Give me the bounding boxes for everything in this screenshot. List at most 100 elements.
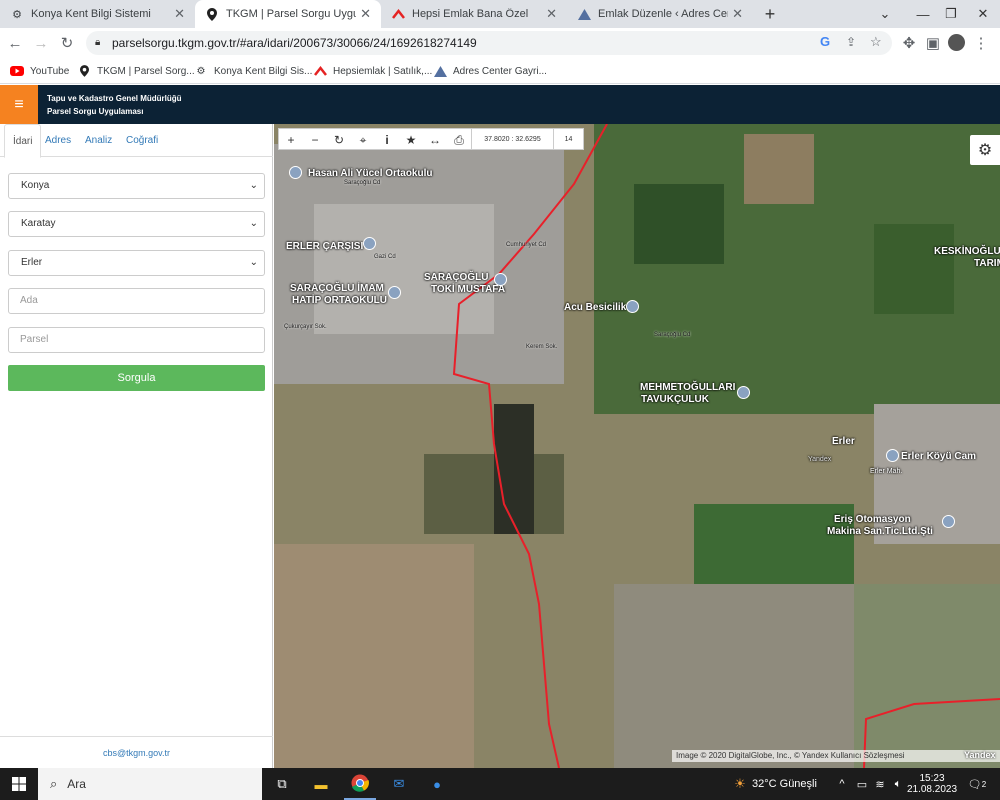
ada-input[interactable]: Ada	[8, 288, 265, 314]
print-icon[interactable]: ⎙	[447, 129, 471, 151]
close-icon[interactable]: ✕	[174, 6, 185, 22]
poi-icon[interactable]	[363, 237, 376, 250]
bookmark-konya[interactable]: ⚙ Konya Kent Bilgi Sis...	[194, 58, 313, 84]
bookmark-adrescenter[interactable]: Adres Center Gayri...	[433, 58, 547, 84]
location-pin-icon	[205, 7, 219, 21]
lock-icon: 🔒︎	[95, 37, 101, 48]
forward-arrow-icon[interactable]: →	[30, 32, 52, 54]
close-icon[interactable]: ✕	[732, 6, 743, 22]
avatar[interactable]	[948, 34, 965, 51]
gear-icon[interactable]: ⚙	[970, 135, 1000, 165]
tab-idari[interactable]: İdari	[4, 124, 42, 158]
app-title: Tapu ve Kadastro Genel Müdürlüğü Parsel …	[47, 94, 182, 116]
map-label: TARIM	[974, 258, 1000, 269]
browser-tab[interactable]: Hepsi Emlak Bana Özel ✕	[381, 0, 567, 28]
poi-icon[interactable]	[289, 166, 302, 179]
hamburger-menu-icon[interactable]: ≡	[0, 85, 38, 124]
triangle-logo-icon	[577, 7, 591, 21]
map-toolbar: + − ↻ ⌖ i ★ ↔ ⎙ 37.8020 : 32.6295 14	[278, 128, 584, 150]
poi-icon[interactable]	[494, 273, 507, 286]
refresh-icon[interactable]: ↻	[327, 129, 351, 151]
bookmark-hepsiemlak[interactable]: Hepsiemlak | Satılık,...	[313, 58, 432, 84]
location-pin-icon	[77, 65, 91, 77]
map-label: HATİP ORTAOKULU	[292, 295, 387, 306]
tab-cografi[interactable]: Coğrafi	[118, 124, 166, 157]
wifi-icon[interactable]: ≋	[872, 768, 888, 800]
favorite-star-icon[interactable]: ★	[399, 129, 423, 151]
globe-icon[interactable]: ●	[422, 768, 452, 800]
windows-start-icon[interactable]	[4, 768, 34, 800]
tab-adres[interactable]: Adres	[37, 124, 79, 157]
close-window-button[interactable]: ✕	[964, 0, 1000, 28]
globe-icon: ⚙	[12, 8, 22, 21]
poi-icon[interactable]	[626, 300, 639, 313]
search-icon: ⌕	[50, 776, 58, 791]
il-select[interactable]: Konya ⌄	[8, 173, 265, 199]
task-view-icon[interactable]: ⧉	[268, 768, 296, 800]
bookmark-youtube[interactable]: YouTube	[10, 58, 69, 84]
network-icon[interactable]: ▭	[854, 768, 870, 800]
sorgula-button[interactable]: Sorgula	[8, 365, 265, 391]
address-bar[interactable]: 🔒︎ parselsorgu.tkgm.gov.tr/#ara/idari/20…	[86, 31, 892, 55]
chrome-icon[interactable]	[344, 768, 376, 800]
clock[interactable]: 15:23 21.08.2023	[907, 768, 957, 800]
sidepanel-icon[interactable]: ▣	[922, 32, 944, 54]
map-label: MEHMETOĞULLARI	[640, 382, 736, 393]
browser-tab-active[interactable]: TKGM | Parsel Sorgu Uygulaması ✕	[195, 0, 381, 28]
map-view[interactable]: + − ↻ ⌖ i ★ ↔ ⎙ 37.8020 : 32.6295 14 ⚙ H…	[274, 124, 1000, 768]
zoom-in-icon[interactable]: +	[279, 129, 303, 151]
volume-icon[interactable]: 🔈︎	[890, 768, 906, 800]
poi-icon[interactable]	[737, 386, 750, 399]
tab-analiz[interactable]: Analiz	[77, 124, 120, 157]
road-label: Gazi Cd	[374, 254, 396, 260]
coordinate-readout: 37.8020 : 32.6295	[471, 129, 553, 149]
triangle-logo-icon	[433, 65, 447, 77]
map-label: TOKİ MUSTAFA	[431, 284, 506, 295]
youtube-icon	[10, 65, 24, 77]
globe-icon: ⚙	[196, 65, 206, 77]
star-icon[interactable]: ☆	[870, 34, 882, 50]
sidebar-tabs: İdari Adres Analiz Coğrafi	[0, 124, 273, 158]
bookmarks-bar: YouTube TKGM | Parsel Sorg... ⚙ Konya Ke…	[0, 58, 1000, 84]
close-icon[interactable]: ✕	[360, 6, 371, 22]
locate-icon[interactable]: ⌖	[351, 129, 375, 151]
contact-email-link[interactable]: cbs@tkgm.gov.tr	[0, 736, 273, 768]
ilce-select[interactable]: Karatay ⌄	[8, 211, 265, 237]
hepsiemlak-logo-icon	[313, 65, 327, 77]
file-explorer-icon[interactable]: ▬	[306, 768, 336, 800]
parsel-input[interactable]: Parsel	[8, 327, 265, 353]
map-label: Hasan Ali Yücel Ortaokulu	[308, 168, 433, 179]
notification-icon[interactable]: 🗨︎ 2	[962, 768, 992, 800]
map-attribution[interactable]: Image © 2020 DigitalGlobe, Inc., © Yande…	[672, 750, 1000, 762]
poi-icon[interactable]	[886, 449, 899, 462]
mahalle-select[interactable]: Erler ⌄	[8, 250, 265, 276]
close-icon[interactable]: ✕	[546, 6, 557, 22]
poi-icon[interactable]	[388, 286, 401, 299]
map-label: Erler Mah.	[870, 468, 903, 475]
map-label: Makina San.Tic.Ltd.Şti	[827, 526, 933, 537]
info-icon[interactable]: i	[375, 129, 399, 151]
poi-icon[interactable]	[942, 515, 955, 528]
back-arrow-icon[interactable]: ←	[4, 32, 26, 54]
zoom-out-icon[interactable]: −	[303, 129, 327, 151]
sidebar: İdari Adres Analiz Coğrafi Konya ⌄ Karata…	[0, 124, 273, 768]
share-icon[interactable]: ⇪	[846, 35, 856, 49]
measure-icon[interactable]: ↔	[423, 129, 447, 151]
map-label: TAVUKÇULUK	[641, 394, 709, 405]
map-label: KESKİNOĞLU	[934, 246, 1000, 257]
weather-text[interactable]: 32°C Güneşli	[752, 768, 817, 800]
menu-icon[interactable]: ⋮	[970, 32, 992, 54]
chevron-up-icon[interactable]: ^	[834, 768, 850, 800]
browser-tab[interactable]: Emlak Düzenle ‹ Adres Center Ga ✕	[567, 0, 753, 28]
bookmark-tkgm[interactable]: TKGM | Parsel Sorg...	[77, 58, 195, 84]
new-tab-button[interactable]: +	[755, 0, 785, 28]
mail-icon[interactable]: ✉	[384, 768, 414, 800]
browser-tab[interactable]: ⚙ Konya Kent Bilgi Sistemi ✕	[0, 0, 195, 28]
hepsiemlak-logo-icon	[391, 7, 405, 21]
chevron-down-icon[interactable]: ⌄	[866, 0, 904, 28]
reload-icon[interactable]: ↻	[56, 32, 78, 54]
taskbar-search[interactable]: ⌕ Ara	[38, 768, 262, 800]
road-label: Saraçoğlu Cd	[654, 332, 691, 338]
google-icon[interactable]: G	[820, 34, 830, 49]
extensions-icon[interactable]: ✥	[898, 32, 920, 54]
